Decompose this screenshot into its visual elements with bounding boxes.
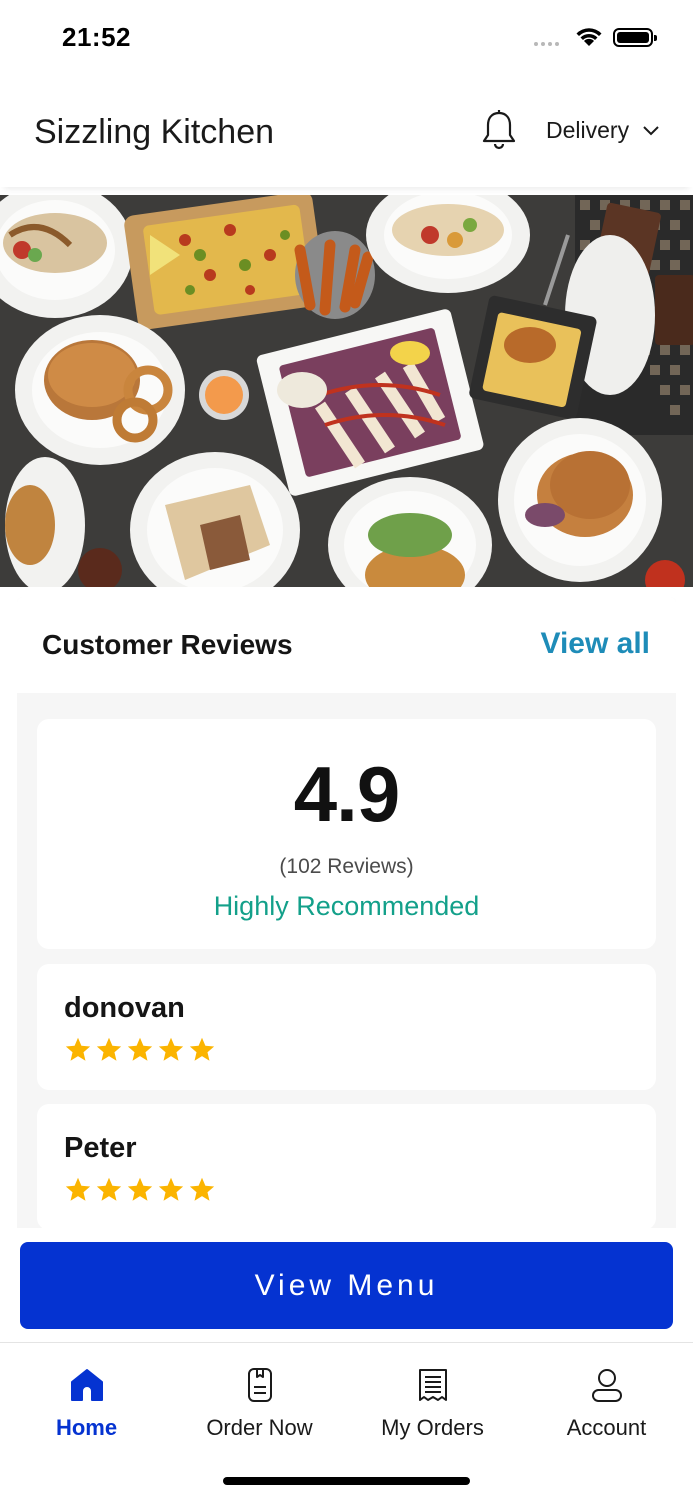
reviewer-name: donovan [64, 992, 185, 1024]
reviews-header: Customer Reviews View all [17, 597, 676, 693]
recommendation-label: Highly Recommended [213, 891, 480, 921]
order-icon [247, 1368, 272, 1402]
reviews-section: Customer Reviews View all 4.9 (102 Revie… [0, 587, 693, 1228]
receipt-icon [418, 1369, 447, 1401]
star-icon [65, 1177, 91, 1201]
cellular-signal-icon [534, 42, 559, 46]
star-rating [64, 1176, 216, 1204]
reviews-card: Customer Reviews View all 4.9 (102 Revie… [17, 597, 676, 1228]
tab-label: Order Now [206, 1415, 313, 1440]
delivery-mode-label: Delivery [546, 117, 630, 143]
hero-food-image [0, 195, 693, 587]
restaurant-title: Sizzling Kitchen [34, 113, 275, 151]
delivery-mode-selector[interactable]: Delivery [546, 117, 659, 144]
review-count: (102 Reviews) [279, 855, 414, 878]
tab-home[interactable]: Home [0, 1365, 173, 1441]
star-icon [65, 1037, 91, 1061]
star-icon [158, 1177, 184, 1201]
bell-icon[interactable] [480, 109, 518, 151]
star-rating [64, 1036, 216, 1064]
review-item[interactable]: Peter [37, 1104, 656, 1228]
star-icon [127, 1177, 153, 1201]
star-icon [96, 1037, 122, 1061]
view-all-reviews-link[interactable]: View all [540, 627, 650, 661]
reviewer-name: Peter [64, 1132, 137, 1164]
rating-summary: 4.9 (102 Reviews) Highly Recommended [37, 719, 656, 949]
star-icon [127, 1037, 153, 1061]
status-bar: 21:52 [0, 0, 693, 75]
star-icon [189, 1037, 215, 1061]
tab-label: My Orders [381, 1415, 484, 1440]
star-icon [189, 1177, 215, 1201]
battery-icon [613, 28, 657, 47]
star-icon [158, 1037, 184, 1061]
tab-my-orders[interactable]: My Orders [346, 1365, 519, 1441]
home-indicator [223, 1477, 470, 1485]
chevron-down-icon [643, 125, 659, 135]
rating-value: 4.9 [293, 750, 400, 838]
star-icon [96, 1177, 122, 1201]
reviews-title: Customer Reviews [42, 629, 293, 660]
status-time: 21:52 [62, 22, 131, 52]
home-icon [70, 1369, 103, 1401]
tab-account[interactable]: Account [520, 1365, 693, 1441]
wifi-icon [576, 28, 602, 46]
account-icon [591, 1369, 622, 1402]
app-header: Sizzling Kitchen Delivery [0, 75, 693, 187]
view-menu-button[interactable]: View Menu [20, 1242, 673, 1329]
tab-order-now[interactable]: Order Now [173, 1365, 346, 1441]
tab-label: Home [55, 1415, 118, 1440]
tab-label: Account [566, 1415, 647, 1440]
review-item[interactable]: donovan [37, 964, 656, 1090]
